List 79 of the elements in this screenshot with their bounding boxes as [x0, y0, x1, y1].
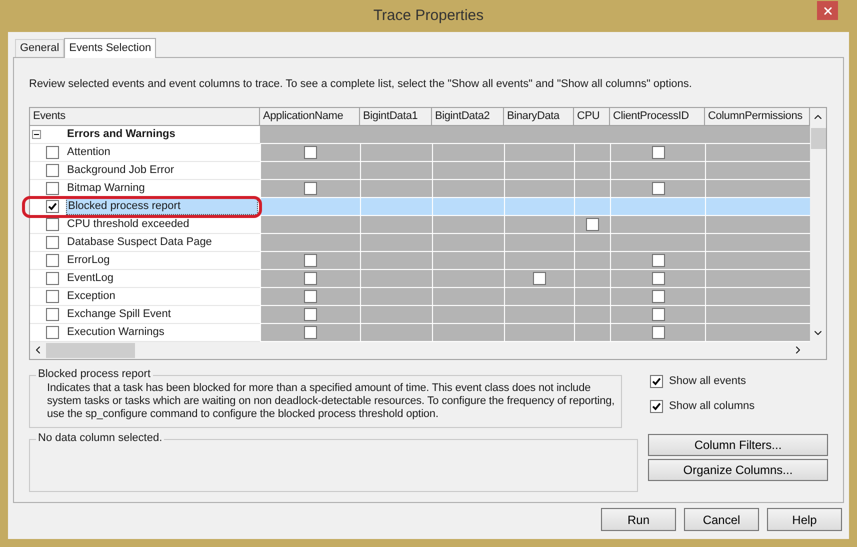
column-header[interactable]: ColumnPermissions [705, 108, 810, 126]
event-checkbox[interactable] [46, 236, 59, 248]
tab[interactable]: Events Selection [64, 38, 156, 58]
column-checkbox[interactable] [652, 272, 664, 284]
option-checkbox[interactable] [650, 400, 663, 412]
column-checkbox[interactable] [652, 290, 664, 302]
column-header[interactable]: BigintData2 [432, 108, 504, 126]
column-checkbox[interactable] [652, 308, 664, 320]
event-label: Exception [66, 288, 116, 304]
event-label: Background Job Error [66, 162, 175, 178]
column-checkbox[interactable] [304, 308, 317, 320]
event-checkbox[interactable] [46, 182, 59, 194]
event-checkbox[interactable] [46, 218, 59, 230]
horizontal-scrollbar[interactable] [30, 342, 826, 358]
event-label: Attention [66, 144, 112, 160]
event-row[interactable]: Exchange Spill Event [30, 306, 810, 324]
column-checkbox[interactable] [652, 326, 664, 338]
event-label: Bitmap Warning [66, 180, 146, 196]
event-label: Execution Warnings [66, 324, 166, 340]
group-title: Blocked process report [36, 366, 152, 382]
event-row[interactable]: CPU threshold exceeded [30, 216, 810, 234]
column-checkbox[interactable] [304, 290, 317, 302]
close-icon [822, 4, 834, 16]
option-checkbox[interactable] [650, 374, 663, 388]
close-button[interactable] [817, 1, 838, 20]
column-header[interactable]: CPU [574, 108, 610, 126]
scrollbar-thumb[interactable] [810, 128, 826, 148]
column-checkbox[interactable] [304, 272, 317, 284]
event-label: ErrorLog [66, 252, 111, 268]
event-label: EventLog [66, 270, 114, 286]
dialog-button[interactable]: Run [601, 508, 676, 531]
event-row[interactable]: ErrorLog [30, 252, 810, 270]
column-checkbox[interactable] [586, 218, 599, 230]
side-button[interactable]: Organize Columns... [648, 458, 828, 480]
column-checkbox[interactable] [652, 146, 664, 158]
column-checkbox[interactable] [304, 146, 317, 158]
event-label: Exchange Spill Event [66, 306, 172, 322]
event-row[interactable]: Blocked process report [30, 198, 810, 216]
column-checkbox[interactable] [652, 182, 664, 194]
event-checkbox[interactable] [46, 290, 59, 302]
dialog-button[interactable]: Cancel [684, 508, 759, 531]
group-label: Errors and Warnings [67, 126, 176, 142]
dialog-button[interactable]: Help [767, 508, 842, 531]
option-label: Show all events [669, 374, 746, 389]
event-row[interactable]: Attention [30, 144, 810, 162]
column-header[interactable]: ClientProcessID [610, 108, 705, 126]
vertical-scrollbar[interactable] [810, 108, 826, 342]
column-checkbox[interactable] [304, 326, 317, 338]
event-label: Database Suspect Data Page [66, 234, 213, 250]
event-checkbox[interactable] [46, 200, 59, 212]
side-button[interactable]: Column Filters... [648, 434, 828, 456]
event-checkbox[interactable] [46, 164, 59, 176]
tab[interactable]: General [15, 39, 64, 57]
description-text: Indicates that a task has been blocked for more than a specified amount of time. This event class does not include system tasks or tasks which are waiting on non deadlock-detectable resources. To configure the frequency of reporting, use the sp_configure command to configure the blocked process threshold option. [47, 382, 616, 420]
column-header[interactable]: BigintData1 [360, 108, 432, 126]
event-row[interactable]: Exception [30, 288, 810, 306]
column-header[interactable]: ApplicationName [260, 108, 360, 126]
instructions-text: Review selected events and event columns to trace. To see a complete list, select the "Show all events" and "Show all columns" options. [29, 77, 693, 92]
event-row[interactable]: EventLog [30, 270, 810, 288]
event-checkbox[interactable] [46, 254, 59, 266]
option-label: Show all columns [669, 398, 755, 414]
event-row[interactable]: Execution Warnings [30, 324, 810, 342]
event-checkbox[interactable] [46, 308, 59, 320]
event-row[interactable]: Bitmap Warning [30, 180, 810, 198]
event-row[interactable]: Database Suspect Data Page [30, 234, 810, 252]
event-checkbox[interactable] [46, 326, 59, 338]
column-header[interactable]: Events [30, 108, 260, 126]
window-title: Trace Properties [373, 6, 484, 26]
column-checkbox[interactable] [652, 254, 664, 266]
event-label: CPU threshold exceeded [66, 216, 190, 232]
column-checkbox[interactable] [304, 254, 317, 266]
event-checkbox[interactable] [46, 146, 59, 158]
event-row[interactable]: Background Job Error [30, 162, 810, 180]
collapse-icon[interactable] [32, 130, 41, 138]
scrollbar-thumb[interactable] [46, 342, 135, 358]
column-header[interactable]: BinaryData [504, 108, 574, 126]
column-checkbox[interactable] [533, 272, 546, 284]
event-checkbox[interactable] [46, 272, 59, 284]
column-checkbox[interactable] [304, 182, 317, 194]
